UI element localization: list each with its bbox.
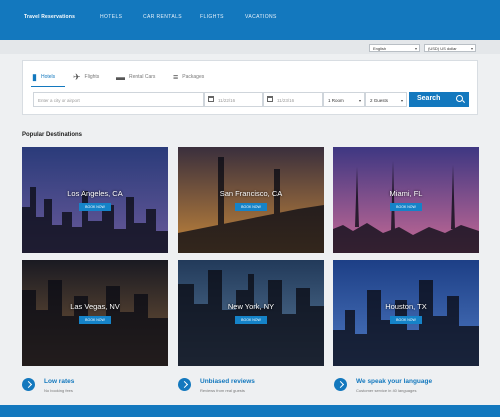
city-skyline-silhouette bbox=[178, 270, 324, 366]
footer-bar bbox=[0, 405, 500, 417]
chevron-right-icon bbox=[22, 378, 35, 391]
chevron-right-icon bbox=[334, 378, 347, 391]
search-button[interactable]: Search bbox=[409, 92, 469, 107]
destination-card[interactable]: Los Angeles, CA BOOK NOW bbox=[22, 147, 168, 253]
feature-subtitle: Reviews from real guests bbox=[200, 388, 245, 393]
guests-value: 2 Guests bbox=[370, 98, 389, 103]
book-now-button[interactable]: BOOK NOW bbox=[235, 316, 267, 324]
book-now-button[interactable]: BOOK NOW bbox=[79, 203, 111, 211]
destination-name: Las Vegas, NV bbox=[70, 302, 120, 311]
rooms-select[interactable]: 1 Room ▾ bbox=[323, 92, 365, 107]
language-value: English bbox=[373, 46, 387, 51]
city-skyline-silhouette bbox=[22, 187, 168, 253]
active-tab-indicator bbox=[31, 86, 65, 87]
city-skyline-silhouette bbox=[333, 161, 479, 253]
site-logo[interactable]: Travel Reservations bbox=[24, 14, 75, 20]
currency-select[interactable]: (USD) US dollar ▾ bbox=[424, 44, 476, 52]
nav-car-rentals[interactable]: CAR RENTALS bbox=[143, 14, 182, 20]
chevron-down-icon: ▾ bbox=[400, 98, 403, 103]
search-icon bbox=[456, 95, 463, 102]
package-icon: ≡ bbox=[173, 71, 179, 82]
calendar-icon bbox=[267, 96, 273, 102]
destination-name: New York, NY bbox=[227, 302, 275, 311]
calendar-icon bbox=[208, 96, 214, 102]
destination-card[interactable]: Houston, TX BOOK NOW bbox=[333, 260, 479, 366]
tab-label: Rental Cars bbox=[129, 74, 156, 80]
destination-placeholder: Enter a city or airport bbox=[38, 98, 80, 103]
book-now-button[interactable]: BOOK NOW bbox=[79, 316, 111, 324]
tab-rental-cars[interactable]: ▬ Rental Cars bbox=[116, 69, 155, 85]
feature-subtitle: Customer service in 40 languages bbox=[356, 388, 417, 393]
feature-language-support: We speak your language Customer service … bbox=[334, 378, 484, 398]
chevron-down-icon: ▾ bbox=[470, 46, 473, 51]
feature-title: We speak your language bbox=[356, 378, 433, 385]
hotel-icon: ▮ bbox=[32, 71, 37, 82]
destination-card[interactable]: San Francisco, CA BOOK NOW bbox=[178, 147, 324, 253]
tab-label: Hotels bbox=[40, 74, 56, 80]
chevron-right-icon bbox=[178, 378, 191, 391]
tab-label: Flights bbox=[84, 74, 100, 80]
language-select[interactable]: English ▾ bbox=[369, 44, 420, 52]
search-button-label: Search bbox=[417, 95, 441, 102]
nav-flights[interactable]: FLIGHTS bbox=[200, 14, 224, 20]
destination-name: Miami, FL bbox=[389, 189, 423, 198]
destination-name: Los Angeles, CA bbox=[67, 189, 123, 198]
plane-icon: ✈ bbox=[73, 71, 81, 82]
chevron-down-icon: ▾ bbox=[414, 46, 417, 51]
checkin-date-field[interactable]: 11/22/16 bbox=[204, 92, 263, 107]
nav-vacations[interactable]: VACATIONS bbox=[245, 14, 277, 20]
book-now-button[interactable]: BOOK NOW bbox=[235, 203, 267, 211]
book-now-button[interactable]: BOOK NOW bbox=[390, 316, 422, 324]
tab-label: Packages bbox=[182, 74, 205, 80]
city-skyline-silhouette bbox=[22, 280, 168, 366]
city-skyline-silhouette bbox=[178, 157, 324, 253]
tab-hotels[interactable]: ▮ Hotels bbox=[32, 69, 55, 85]
checkout-value: 11/23/16 bbox=[277, 98, 295, 103]
tab-flights[interactable]: ✈ Flights bbox=[73, 69, 99, 85]
checkin-value: 11/22/16 bbox=[218, 98, 236, 103]
checkout-date-field[interactable]: 11/23/16 bbox=[263, 92, 323, 107]
destination-card[interactable]: Las Vegas, NV BOOK NOW bbox=[22, 260, 168, 366]
chevron-down-icon: ▾ bbox=[358, 98, 361, 103]
car-icon: ▬ bbox=[116, 71, 125, 82]
destination-input[interactable]: Enter a city or airport bbox=[33, 92, 204, 107]
popular-destinations-heading: Popular Destinations bbox=[22, 132, 83, 138]
destination-card[interactable]: Miami, FL BOOK NOW bbox=[333, 147, 479, 253]
feature-unbiased-reviews: Unbiased reviews Reviews from real guest… bbox=[178, 378, 328, 398]
destination-name: Houston, TX bbox=[385, 302, 427, 311]
nav-hotels[interactable]: HOTELS bbox=[100, 14, 122, 20]
feature-title: Unbiased reviews bbox=[200, 378, 255, 385]
search-panel: ▮ Hotels ✈ Flights ▬ Rental Cars ≡ Packa… bbox=[22, 60, 478, 115]
rooms-value: 1 Room bbox=[328, 98, 344, 103]
book-now-button[interactable]: BOOK NOW bbox=[390, 203, 422, 211]
top-navigation-bar: Travel Reservations HOTELS CAR RENTALS F… bbox=[0, 0, 500, 40]
guests-select[interactable]: 2 Guests ▾ bbox=[365, 92, 407, 107]
destination-card[interactable]: New York, NY BOOK NOW bbox=[178, 260, 324, 366]
feature-low-rates: Low rates No booking fees bbox=[22, 378, 172, 398]
currency-value: (USD) US dollar bbox=[428, 46, 457, 51]
city-skyline-silhouette bbox=[333, 280, 479, 366]
destination-name: San Francisco, CA bbox=[219, 189, 283, 198]
tab-packages[interactable]: ≡ Packages bbox=[173, 69, 204, 85]
feature-title: Low rates bbox=[44, 378, 75, 385]
feature-subtitle: No booking fees bbox=[44, 388, 73, 393]
